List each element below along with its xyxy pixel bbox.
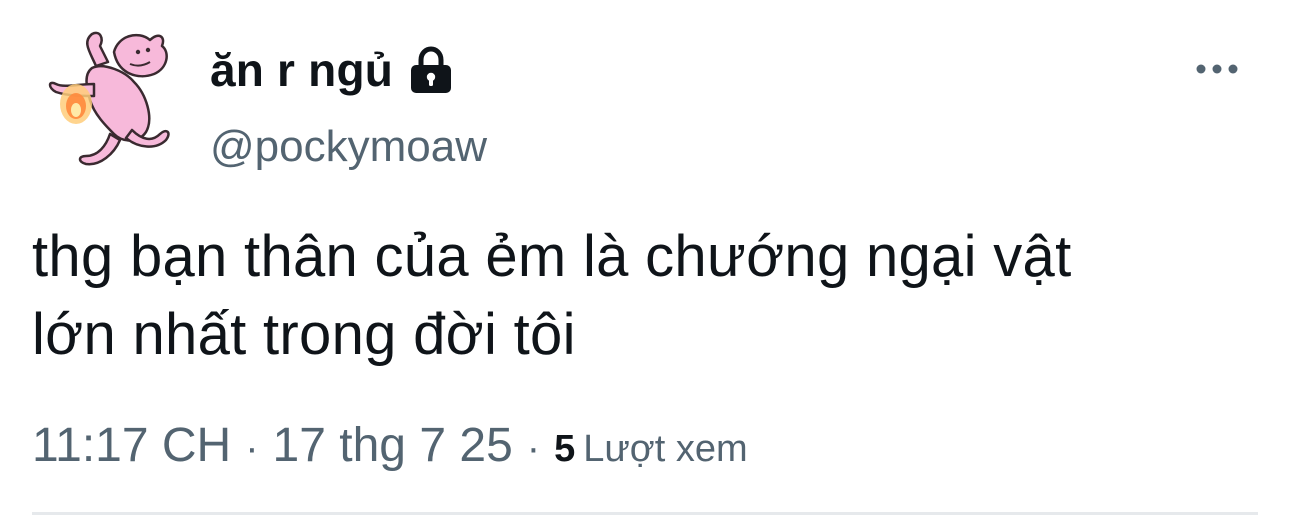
tweet-text: thg bạn thân của ẻm là chướng ngại vật l… bbox=[32, 218, 1262, 374]
tweet-text-line: thg bạn thân của ẻm là chướng ngại vật bbox=[32, 224, 1072, 289]
tweet-date[interactable]: 17 thg 7 25 bbox=[273, 418, 513, 473]
lock-icon bbox=[407, 45, 455, 95]
tweet-card: ăn r ngủ @pockymoaw thg bạn thân của ẻm … bbox=[0, 0, 1290, 518]
avatar[interactable] bbox=[34, 22, 184, 172]
view-count[interactable]: 5 bbox=[554, 428, 575, 471]
tweet-text-line: lớn nhất trong đời tôi bbox=[32, 302, 576, 367]
more-options-button[interactable] bbox=[1192, 54, 1242, 84]
separator: · bbox=[245, 426, 259, 470]
more-horizontal-icon bbox=[1196, 64, 1238, 74]
tweet-metadata: 11:17 CH · 17 thg 7 25 · 5 Lượt xem bbox=[32, 418, 748, 473]
tweet-time[interactable]: 11:17 CH bbox=[32, 418, 231, 473]
display-name-row[interactable]: ăn r ngủ bbox=[210, 40, 455, 100]
display-name[interactable]: ăn r ngủ bbox=[210, 43, 393, 97]
user-handle[interactable]: @pockymoaw bbox=[210, 122, 487, 172]
avatar-image bbox=[48, 31, 170, 166]
separator: · bbox=[526, 426, 541, 470]
divider bbox=[32, 512, 1258, 515]
view-label[interactable]: Lượt xem bbox=[583, 428, 747, 471]
